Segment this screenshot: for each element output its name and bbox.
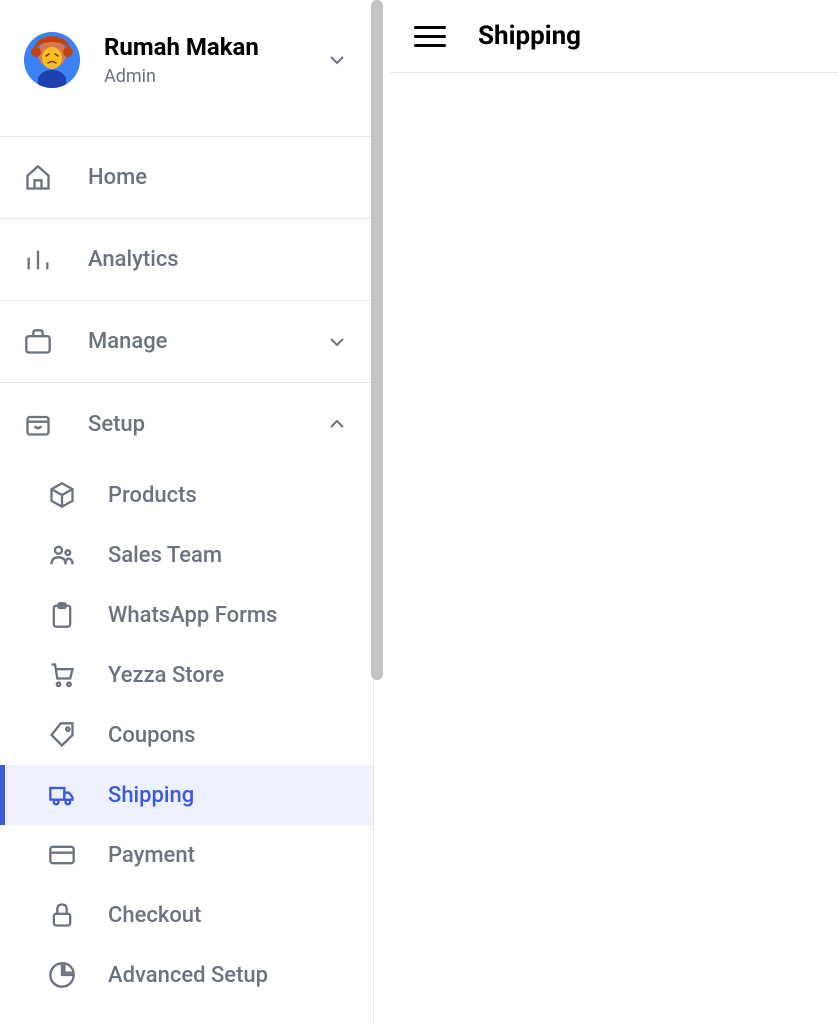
nav-analytics-label: Analytics (88, 247, 349, 272)
sub-nav-advanced-setup[interactable]: Advanced Setup (0, 945, 373, 1005)
sub-nav-checkout-label: Checkout (108, 903, 201, 928)
profile-name: Rumah Makan (104, 33, 301, 62)
main-content: Shipping (390, 0, 838, 1024)
chevron-up-icon (325, 412, 349, 436)
sub-nav-shipping[interactable]: Shipping (0, 765, 373, 825)
sub-nav-shipping-label: Shipping (108, 783, 194, 808)
home-icon (24, 164, 52, 192)
box-icon (48, 481, 76, 509)
profile-info: Rumah Makan Admin (104, 33, 301, 87)
header: Shipping (390, 0, 838, 73)
sub-nav-yezza-store-label: Yezza Store (108, 663, 224, 688)
truck-icon (48, 781, 76, 809)
nav-setup-label: Setup (88, 412, 289, 437)
tag-icon (48, 721, 76, 749)
sub-nav-whatsapp-forms[interactable]: WhatsApp Forms (0, 585, 373, 645)
profile-role: Admin (104, 66, 301, 87)
page-title: Shipping (478, 21, 581, 51)
scrollbar-thumb[interactable] (371, 0, 383, 680)
lock-icon (48, 901, 76, 929)
nav-manage-label: Manage (88, 329, 289, 354)
card-icon (48, 841, 76, 869)
sub-nav-checkout[interactable]: Checkout (0, 885, 373, 945)
nav-home-label: Home (88, 165, 349, 190)
nav-home[interactable]: Home (0, 137, 373, 219)
chevron-down-icon[interactable] (325, 48, 349, 72)
scrollbar[interactable] (371, 0, 383, 1024)
nav-analytics[interactable]: Analytics (0, 219, 373, 301)
avatar (24, 32, 80, 88)
sub-nav-products[interactable]: Products (0, 465, 373, 525)
clipboard-icon (48, 601, 76, 629)
users-icon (48, 541, 76, 569)
pie-chart-icon (48, 961, 76, 989)
briefcase-icon (24, 328, 52, 356)
analytics-icon (24, 246, 52, 274)
sub-nav-sales-team-label: Sales Team (108, 543, 222, 568)
cart-icon (48, 661, 76, 689)
sub-nav-yezza-store[interactable]: Yezza Store (0, 645, 373, 705)
chevron-down-icon (325, 330, 349, 354)
setup-sub-nav: Products Sales Team WhatsApp Forms Yezza… (0, 465, 373, 1005)
bag-icon (24, 410, 52, 438)
sub-nav-whatsapp-forms-label: WhatsApp Forms (108, 603, 277, 628)
sub-nav-coupons-label: Coupons (108, 723, 196, 748)
sidebar: Rumah Makan Admin Home Analytics Manage … (0, 0, 374, 1024)
nav-manage[interactable]: Manage (0, 301, 373, 383)
sub-nav-payment-label: Payment (108, 843, 195, 868)
hamburger-menu-icon[interactable] (414, 20, 446, 52)
sub-nav-coupons[interactable]: Coupons (0, 705, 373, 765)
sub-nav-products-label: Products (108, 483, 197, 508)
nav-setup[interactable]: Setup (0, 383, 373, 465)
sub-nav-sales-team[interactable]: Sales Team (0, 525, 373, 585)
profile-section[interactable]: Rumah Makan Admin (0, 0, 373, 137)
sub-nav-payment[interactable]: Payment (0, 825, 373, 885)
sub-nav-advanced-setup-label: Advanced Setup (108, 963, 268, 988)
